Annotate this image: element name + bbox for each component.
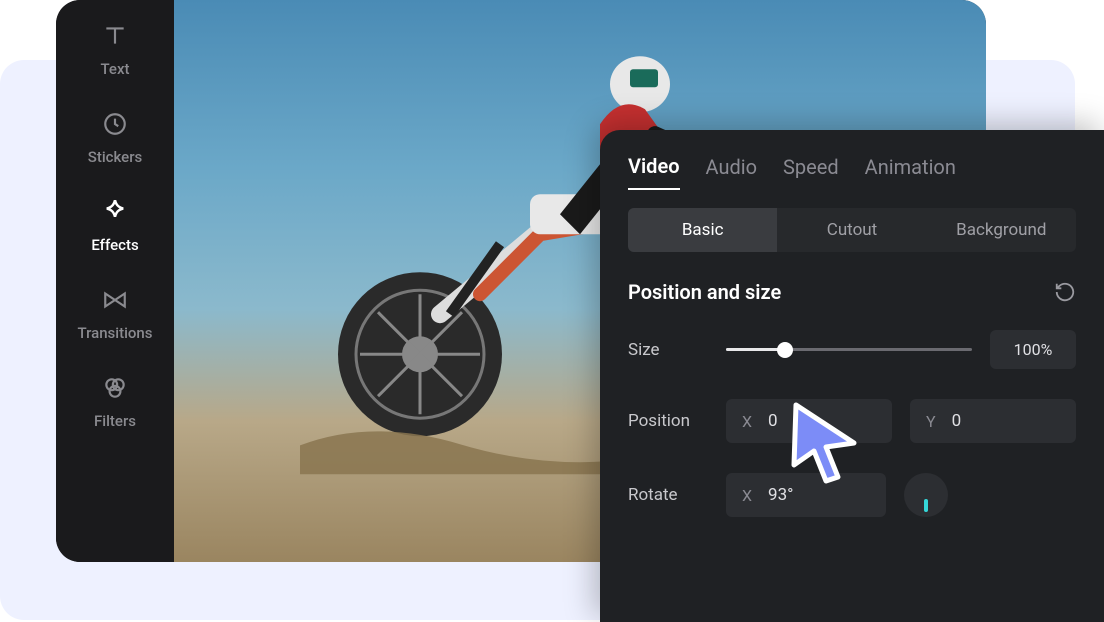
dial-indicator (924, 499, 928, 512)
tab-video[interactable]: Video (628, 154, 680, 190)
position-row: Position X 0 Y 0 (628, 399, 1076, 443)
rotate-x-value: 93° (768, 485, 793, 505)
properties-panel: Video Audio Speed Animation Basic Cutout… (600, 130, 1104, 622)
rotate-row: Rotate X 93° (628, 473, 1076, 517)
sidebar-item-label: Text (100, 60, 129, 78)
position-y-input[interactable]: Y 0 (910, 399, 1076, 443)
sidebar-item-transitions[interactable]: Transitions (56, 286, 174, 342)
rotate-dial[interactable] (904, 473, 948, 517)
star-icon (101, 198, 129, 226)
size-value[interactable]: 100% (990, 330, 1076, 369)
subtab-cutout[interactable]: Cutout (777, 208, 926, 252)
size-row: Size 100% (628, 330, 1076, 369)
section-title: Position and size (628, 280, 781, 304)
clock-icon (101, 110, 129, 138)
size-slider[interactable] (726, 348, 972, 351)
sidebar-item-label: Transitions (77, 324, 152, 342)
position-label: Position (628, 411, 708, 431)
sub-tabs: Basic Cutout Background (628, 208, 1076, 252)
size-label: Size (628, 340, 708, 360)
sidebar-item-filters[interactable]: Filters (56, 374, 174, 430)
sidebar-item-label: Filters (94, 412, 136, 430)
position-x-value: 0 (768, 411, 778, 431)
sidebar-item-text[interactable]: Text (56, 22, 174, 78)
sidebar-item-effects[interactable]: Effects (56, 198, 174, 254)
position-x-input[interactable]: X 0 (726, 399, 892, 443)
filters-icon (101, 374, 129, 402)
rotate-x-input[interactable]: X 93° (726, 473, 886, 517)
tab-audio[interactable]: Audio (706, 155, 758, 189)
size-slider-thumb[interactable] (777, 342, 793, 358)
tab-speed[interactable]: Speed (783, 155, 839, 189)
transitions-icon (101, 286, 129, 314)
sidebar-item-stickers[interactable]: Stickers (56, 110, 174, 166)
reset-icon[interactable] (1054, 281, 1076, 303)
subtab-basic[interactable]: Basic (628, 208, 777, 252)
text-icon (101, 22, 129, 50)
y-label: Y (926, 412, 936, 431)
section-header: Position and size (628, 280, 1076, 304)
x-label: X (742, 412, 752, 431)
tab-animation[interactable]: Animation (865, 155, 956, 189)
sidebar-item-label: Stickers (88, 148, 142, 166)
top-tabs: Video Audio Speed Animation (628, 154, 1076, 190)
position-y-value: 0 (952, 411, 962, 431)
subtab-background[interactable]: Background (927, 208, 1076, 252)
x-label: X (742, 486, 752, 505)
rotate-label: Rotate (628, 485, 708, 505)
sidebar: Text Stickers Effects Transitions Filter (56, 0, 174, 562)
sidebar-item-label: Effects (91, 236, 138, 254)
